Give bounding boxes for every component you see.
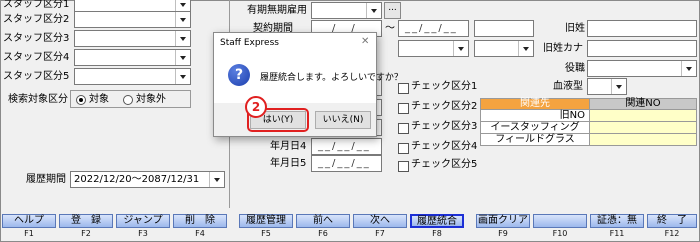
former-surname-label: 旧姓 (565, 23, 585, 34)
fixed-term-select[interactable] (311, 2, 382, 19)
f2-register-button[interactable]: 登 録 (59, 214, 113, 228)
middle-select-b[interactable] (474, 40, 534, 57)
staff-category-4-select[interactable] (74, 49, 191, 66)
radio-target[interactable] (76, 95, 86, 105)
chevron-down-icon[interactable] (175, 31, 190, 46)
f3-key-label: F3 (138, 229, 148, 238)
history-period-value: 2022/12/20〜2087/12/31 (74, 174, 200, 185)
f11-key-label: F11 (609, 229, 625, 238)
f1-key-label: F1 (24, 229, 34, 238)
f5-history-manage-button[interactable]: 履歴管理 (239, 214, 293, 228)
f8-key-label: F8 (432, 229, 442, 238)
radio-non-target-label[interactable]: 対象外 (136, 93, 166, 107)
blood-type-select[interactable] (587, 78, 627, 95)
staff-category-2-select[interactable] (74, 11, 191, 28)
chevron-down-icon[interactable] (175, 69, 190, 84)
position-select[interactable] (587, 60, 697, 77)
f6-key-label: F6 (318, 229, 328, 238)
related-table-row-label: フィールドグラス (480, 133, 590, 146)
f10-button[interactable] (533, 214, 587, 228)
history-period-select[interactable]: 2022/12/20〜2087/12/31 (70, 171, 225, 188)
f1-help-button[interactable]: ヘルプ (2, 214, 56, 228)
f9-key-label: F9 (498, 229, 508, 238)
chevron-down-icon[interactable] (209, 172, 224, 187)
check-category-4-label: チェック区分4 (411, 141, 478, 152)
check-category-5-box[interactable] (398, 161, 409, 172)
f12-exit-button[interactable]: 終 了 (647, 214, 697, 228)
staff-category-2-label: スタッフ区分2 (3, 14, 70, 25)
check-category-3-box[interactable] (398, 123, 409, 134)
position-label: 役職 (565, 63, 585, 74)
staff-category-5-select[interactable] (74, 68, 191, 85)
radio-target-label[interactable]: 対象 (89, 93, 109, 107)
check-category-1-label: チェック区分1 (411, 81, 478, 92)
date-4-label: 年月日4 (270, 141, 307, 152)
callout-number-badge: 2 (245, 96, 267, 118)
chevron-down-icon[interactable] (681, 61, 696, 76)
f2-key-label: F2 (81, 229, 91, 238)
chevron-down-icon[interactable] (453, 41, 468, 56)
search-target-label: 検索対象区分 (8, 94, 68, 105)
history-period-label: 履歴期間 (26, 174, 66, 185)
question-icon: ? (228, 64, 250, 86)
staff-category-3-label: スタッフ区分3 (3, 33, 70, 44)
radio-non-target[interactable] (123, 95, 133, 105)
related-table-row-value[interactable] (589, 133, 697, 146)
staff-category-5-label: スタッフ区分5 (3, 71, 70, 82)
dialog-title: Staff Express (220, 38, 279, 48)
dialog-message: 履歴統合します。よろしいですか？ (260, 73, 403, 83)
middle-select-a[interactable] (398, 40, 469, 57)
fixed-term-label: 有期無期雇用 (247, 5, 307, 16)
blood-type-label: 血液型 (553, 81, 583, 92)
no-button[interactable]: いいえ(N) (315, 111, 371, 129)
tilde-separator: 〜 (385, 23, 395, 34)
chevron-down-icon[interactable] (366, 3, 381, 18)
chevron-down-icon[interactable] (175, 50, 190, 65)
f6-prev-button[interactable]: 前へ (296, 214, 350, 228)
check-category-2-label: チェック区分2 (411, 101, 478, 112)
check-category-3-label: チェック区分3 (411, 121, 478, 132)
staff-category-1-label: スタッフ区分1 (3, 0, 70, 10)
f8-history-merge-button[interactable]: 履歴統合 (410, 214, 464, 228)
former-surname-field[interactable] (587, 20, 697, 37)
fixed-term-lookup-button[interactable]: ... (384, 2, 401, 19)
chevron-down-icon[interactable] (611, 79, 626, 94)
check-category-1-box[interactable] (398, 83, 409, 94)
f7-key-label: F7 (375, 229, 385, 238)
f9-clear-screen-button[interactable]: 画面クリア (476, 214, 530, 228)
check-category-4-box[interactable] (398, 143, 409, 154)
f10-key-label: F10 (552, 229, 568, 238)
f11-voucher-button[interactable]: 証憑：無 (590, 214, 644, 228)
f7-next-button[interactable]: 次へ (353, 214, 407, 228)
date-5-label: 年月日5 (270, 158, 307, 169)
former-surname-kana-label: 旧姓カナ (543, 43, 583, 54)
chevron-down-icon[interactable] (175, 12, 190, 27)
check-category-5-label: チェック区分5 (411, 159, 478, 170)
f12-key-label: F12 (664, 229, 680, 238)
check-category-2-box[interactable] (398, 103, 409, 114)
f3-jump-button[interactable]: ジャンプ (116, 214, 170, 228)
f4-delete-button[interactable]: 削 除 (173, 214, 227, 228)
date-4-field[interactable]: __/__/__ (311, 138, 382, 155)
confirm-dialog: Staff Express ✕ ? 履歴統合します。よろしいですか？ はい(Y)… (213, 32, 403, 137)
date-5-field[interactable]: __/__/__ (311, 155, 382, 172)
f5-key-label: F5 (261, 229, 271, 238)
staff-category-3-select[interactable] (74, 30, 191, 47)
contract-end-date[interactable]: __/__/__ (398, 20, 469, 37)
contract-note-field[interactable] (474, 20, 534, 37)
f4-key-label: F4 (195, 229, 205, 238)
close-icon[interactable]: ✕ (361, 36, 369, 47)
chevron-down-icon[interactable] (518, 41, 533, 56)
former-surname-kana-field[interactable] (587, 40, 697, 57)
staff-category-4-label: スタッフ区分4 (3, 52, 70, 63)
